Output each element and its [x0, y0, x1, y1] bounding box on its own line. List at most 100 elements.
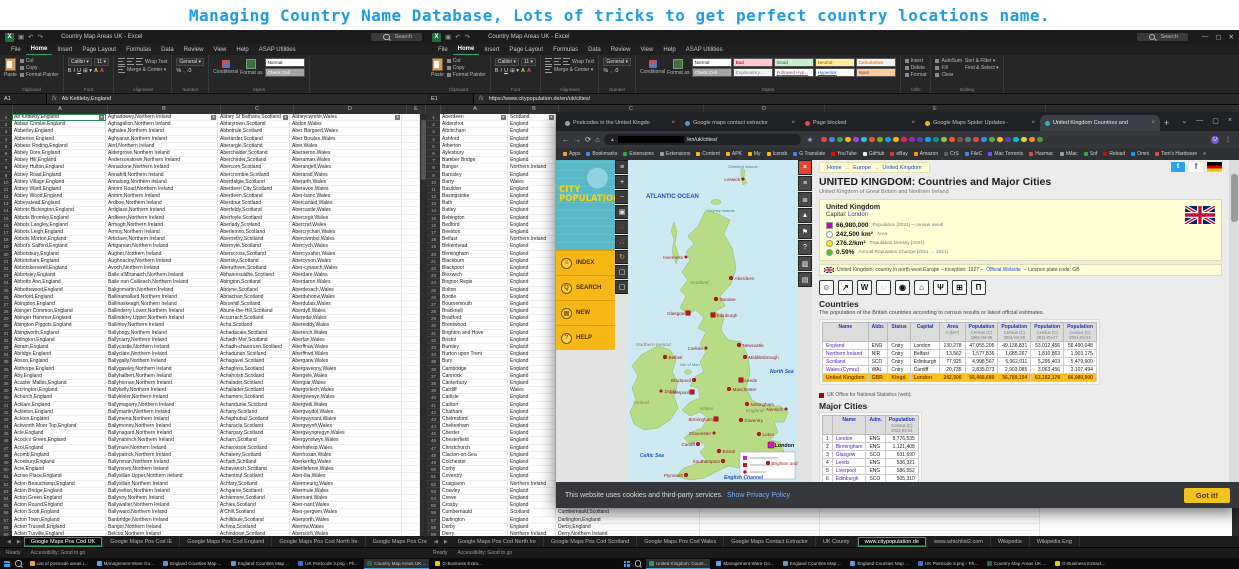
- cell[interactable]: [402, 221, 420, 229]
- cell[interactable]: Achadacaie,Scotland: [218, 329, 290, 337]
- cell[interactable]: Abbots Bromley,England: [12, 214, 106, 222]
- cell[interactable]: Aboyne,Scotland: [218, 286, 290, 294]
- row-number[interactable]: 25: [427, 286, 440, 294]
- cell[interactable]: Ablington,England: [12, 336, 106, 344]
- extension-icon[interactable]: [1037, 136, 1043, 143]
- cell[interactable]: Abergynolwyn,Wales: [290, 437, 402, 445]
- cell[interactable]: [402, 250, 420, 258]
- cell[interactable]: Achath,Scotland: [218, 459, 290, 467]
- german-flag-icon[interactable]: [1207, 162, 1222, 172]
- taskbar-item[interactable]: United Kingdom: Count...: [646, 558, 711, 569]
- row-number[interactable]: 21: [0, 257, 12, 265]
- cell[interactable]: Aby,England: [12, 372, 106, 380]
- cell[interactable]: England: [508, 293, 556, 301]
- menu-icon[interactable]: ≡: [615, 160, 629, 174]
- row-number[interactable]: 23: [0, 272, 12, 280]
- sheet-nav-right-icon[interactable]: ▶: [441, 539, 451, 545]
- cell[interactable]: Ballycastle,Northern Ireland: [106, 344, 218, 352]
- cell[interactable]: [402, 523, 420, 531]
- cell[interactable]: Aberffrwd,Wales: [290, 351, 402, 359]
- cell[interactable]: Abbottswood,England: [12, 286, 106, 294]
- cell[interactable]: Ballycarry,Northern Ireland: [106, 336, 218, 344]
- cell[interactable]: Abberton,England: [12, 135, 106, 143]
- cell[interactable]: Abermule,Wales: [290, 487, 402, 495]
- extension-icon[interactable]: [973, 136, 979, 143]
- cell[interactable]: Northern Ireland: [508, 236, 556, 244]
- row-number[interactable]: 29: [427, 315, 440, 323]
- select-all-corner[interactable]: [0, 105, 13, 114]
- row-number[interactable]: 39: [0, 387, 12, 395]
- cell[interactable]: Corby: [440, 466, 508, 474]
- row-number[interactable]: 17: [427, 229, 440, 237]
- wrap-text-button[interactable]: Wrap Text: [572, 59, 594, 65]
- font-color-button[interactable]: A: [100, 68, 104, 74]
- extension-icon[interactable]: [1005, 136, 1011, 143]
- cell[interactable]: Baile nan Cailleach,Northern Ireland: [106, 279, 218, 287]
- cell[interactable]: Ballyvoy,Northern Ireland: [106, 494, 218, 503]
- cell[interactable]: England: [508, 516, 556, 524]
- sheet-tab[interactable]: Google Maps Pos Cod IE: [103, 536, 181, 547]
- cell[interactable]: Aber-cywarch,Wales: [290, 264, 402, 273]
- maximize-icon[interactable]: ▢: [1212, 117, 1219, 125]
- undo-icon[interactable]: ↶: [28, 33, 33, 41]
- cell[interactable]: England: [508, 351, 556, 359]
- cell[interactable]: Aber-banc,Wales: [290, 193, 402, 201]
- number-format-select[interactable]: General ▾: [603, 58, 632, 66]
- profile-avatar[interactable]: U: [1211, 135, 1219, 144]
- row-number[interactable]: 22: [427, 264, 440, 273]
- row-number[interactable]: 19: [0, 243, 12, 251]
- row-number[interactable]: 54: [0, 494, 12, 503]
- cell[interactable]: [402, 308, 420, 316]
- cell[interactable]: Aber Bargoed,Wales: [290, 128, 402, 136]
- sheet-tab[interactable]: Google Maps Pos Cod Scotland: [544, 536, 638, 547]
- row-number[interactable]: 20: [427, 250, 440, 258]
- cell[interactable]: Chesterfield: [440, 437, 508, 445]
- cell[interactable]: Acharacle,Scotland: [218, 423, 290, 431]
- column-header[interactable]: Adm.: [865, 415, 886, 435]
- save-icon[interactable]: ▣: [18, 33, 24, 41]
- cell[interactable]: Belfast: [440, 236, 508, 244]
- cell[interactable]: England: [508, 358, 556, 366]
- row-number[interactable]: 12: [0, 193, 12, 201]
- cell[interactable]: Bolton: [440, 286, 508, 294]
- paste-button[interactable]: Paste: [4, 58, 17, 78]
- cell[interactable]: Bath: [440, 200, 508, 208]
- cell[interactable]: [402, 372, 420, 380]
- forward-icon[interactable]: →: [574, 135, 582, 144]
- sheet-tab[interactable]: Wikipedia Eng: [1030, 536, 1080, 547]
- extension-icon[interactable]: [941, 136, 947, 143]
- cell[interactable]: Achadh Mor,Scotland: [218, 336, 290, 344]
- cell[interactable]: Cumbernauld,Scotland: [556, 509, 700, 517]
- row-number[interactable]: 11: [427, 185, 440, 194]
- cell-style-c-good[interactable]: Good: [773, 58, 814, 67]
- format-as-table-button[interactable]: Format as: [667, 59, 690, 76]
- font-name-select[interactable]: Calibri ▾: [494, 58, 519, 66]
- cell[interactable]: England: [508, 135, 556, 143]
- cell[interactable]: [402, 494, 420, 503]
- find-select-button[interactable]: Find & Select ▾: [965, 65, 999, 71]
- cell[interactable]: Ashford: [440, 135, 508, 143]
- cell[interactable]: England: [508, 142, 556, 150]
- indent-icon[interactable]: [118, 66, 126, 73]
- row-number[interactable]: 8: [427, 164, 440, 172]
- cell[interactable]: England: [508, 315, 556, 323]
- merge-center-button[interactable]: Merge & Center ▾: [554, 67, 593, 73]
- column-header[interactable]: Name: [822, 322, 869, 342]
- cell[interactable]: Ballybogy,Northern Ireland: [106, 329, 218, 337]
- cut-button[interactable]: Cut: [19, 58, 59, 64]
- spreadsheet-grid[interactable]: A B C D E 1 Ab Kettleby,England ▾ Aghadowey,Nort…: [0, 105, 427, 536]
- cell[interactable]: England: [508, 121, 556, 129]
- cell[interactable]: Abbess Roding,England: [12, 142, 106, 150]
- row-number[interactable]: 13: [427, 200, 440, 208]
- row-number[interactable]: 33: [0, 344, 12, 352]
- cell[interactable]: Annalong,Northern Ireland: [106, 178, 218, 186]
- row-number[interactable]: 34: [0, 351, 12, 359]
- extension-icon[interactable]: [885, 136, 891, 143]
- cell[interactable]: Aberford,England: [12, 293, 106, 301]
- cell[interactable]: England: [508, 272, 556, 280]
- cell[interactable]: Avoch,Northern Ireland: [106, 264, 218, 273]
- cell[interactable]: Abergwyngregyn,Wales: [290, 430, 402, 438]
- column-header-D[interactable]: D: [294, 105, 407, 114]
- cell[interactable]: Ackworth Moor Top,England: [12, 423, 106, 431]
- column-header[interactable]: Abbr.: [867, 322, 889, 342]
